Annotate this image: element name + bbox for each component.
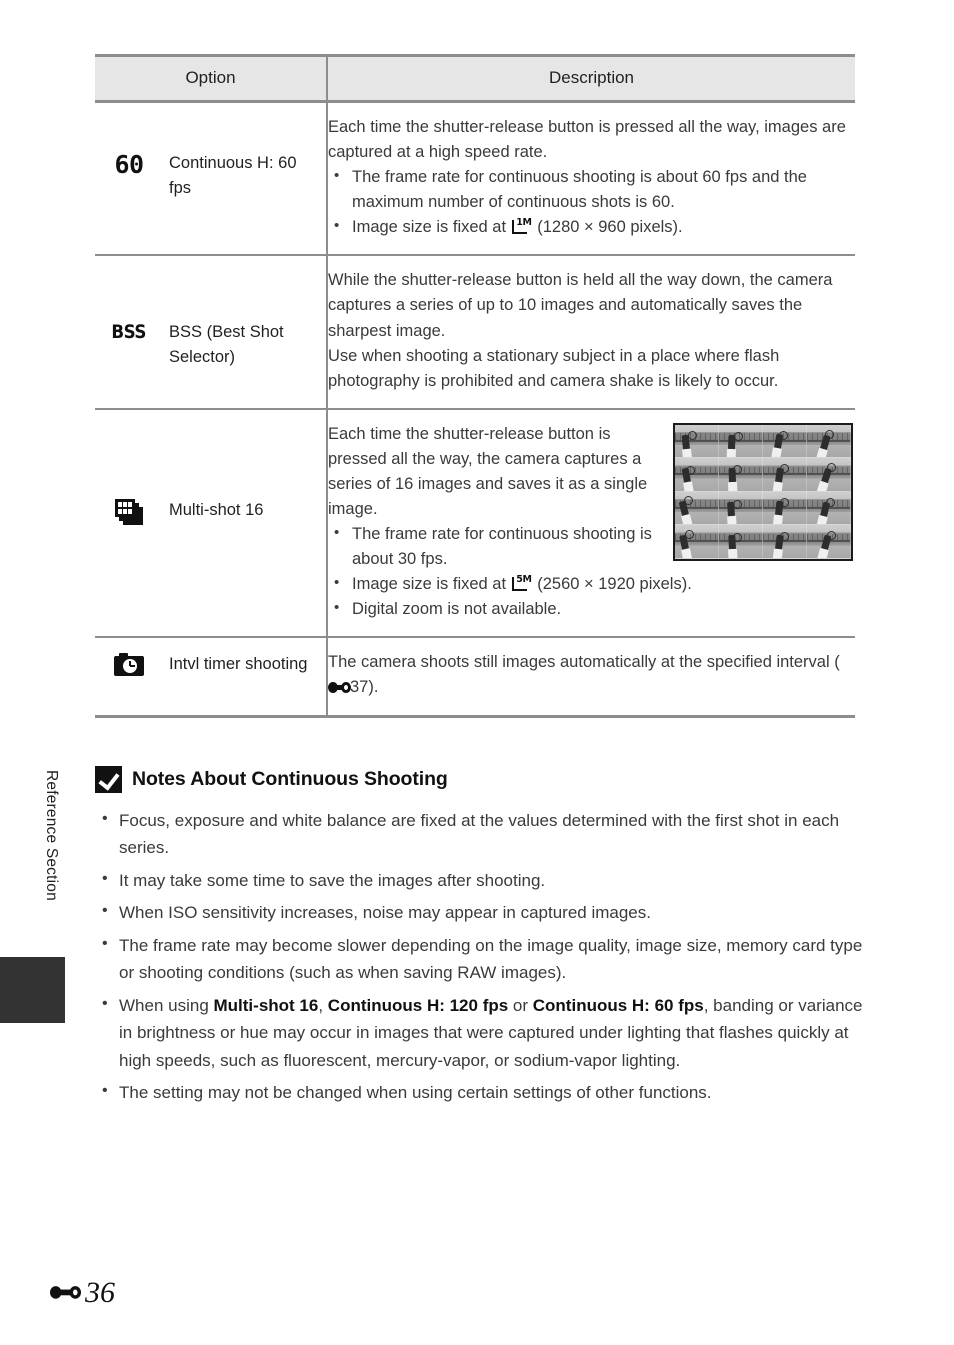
- image-size-1m-icon: 1M: [511, 218, 532, 235]
- bullet-text-after: (1280 × 960 pixels).: [532, 218, 683, 237]
- table-row: Multi-shot 16 Each time the shutter-rele…: [95, 408, 855, 639]
- notes-section: Notes About Continuous Shooting Focus, e…: [95, 765, 863, 1107]
- note-text: Focus, exposure and white balance are fi…: [119, 810, 840, 858]
- sample-frame: [807, 491, 851, 526]
- list-item: The setting may not be changed when usin…: [95, 1078, 863, 1107]
- option-cell-bss: BSS BSS (Best Shot Selector): [95, 255, 328, 410]
- bullet-text: The frame rate for continuous shooting i…: [352, 525, 652, 569]
- note-text: When ISO sensitivity increases, noise ma…: [119, 903, 651, 923]
- sample-frame: [763, 458, 807, 492]
- note-text: It may take some time to save the images…: [119, 870, 546, 890]
- continuous-options-table: Option Description 60 Continuous H: 60 f…: [95, 54, 855, 718]
- note-emphasis: Continuous H: 60 fps: [532, 995, 704, 1015]
- sample-frame: [675, 491, 719, 526]
- intro-text-after: ).: [368, 678, 379, 697]
- notes-heading: Notes About Continuous Shooting: [95, 765, 863, 793]
- list-item: It may take some time to save the images…: [95, 866, 863, 895]
- option-label: Continuous H: 60 fps: [169, 154, 297, 197]
- description-cell-intvl-timer: The camera shoots still images automatic…: [327, 637, 855, 718]
- description-intro-2: Use when shooting a stationary subject i…: [328, 346, 780, 390]
- option-label: Multi-shot 16: [169, 500, 264, 519]
- note-emphasis: Multi-shot 16: [213, 995, 319, 1015]
- running-head: Reference Section: [43, 770, 60, 901]
- list-item: Image size is fixed at 5M (2560 × 1920 p…: [328, 572, 855, 597]
- list-item: When using Multi-shot 16, Continuous H: …: [95, 991, 863, 1075]
- sample-frame: [675, 424, 719, 459]
- option-label: BSS (Best Shot Selector): [169, 323, 284, 367]
- table-row: BSS BSS (Best Shot Selector) While the s…: [95, 255, 855, 410]
- note-text: The frame rate may become slower dependi…: [119, 935, 863, 983]
- note-text: When using: [119, 995, 214, 1015]
- description-cell-bss: While the shutter-release button is held…: [327, 255, 855, 410]
- intro-ref-page: 37: [350, 678, 369, 697]
- option-label: Intvl timer shooting: [169, 655, 308, 674]
- option-cell-intvl-timer: Intvl timer shooting: [95, 637, 328, 718]
- sample-frame: [763, 424, 807, 459]
- description-intro: While the shutter-release button is held…: [328, 271, 833, 340]
- page-content: Option Description 60 Continuous H: 60 f…: [95, 0, 885, 1112]
- description-bullet-list: The frame rate for continuous shooting i…: [328, 165, 855, 240]
- sample-frame: [675, 458, 719, 492]
- description-intro: The camera shoots still images automatic…: [328, 650, 855, 700]
- 60-fps-icon-label: 60: [114, 150, 144, 179]
- sample-frame: [719, 491, 763, 526]
- section-tab-block: [0, 957, 65, 1023]
- image-size-5m-icon: 5M: [511, 575, 532, 592]
- side-rail: Reference Section: [0, 0, 95, 1345]
- list-item: The frame rate may become slower dependi…: [95, 931, 863, 987]
- bss-icon-label: BSS: [111, 321, 147, 344]
- 60-fps-icon: 60: [103, 151, 155, 181]
- list-item: The frame rate for continuous shooting i…: [328, 522, 855, 572]
- intro-text-before: The camera shoots still images automatic…: [328, 653, 840, 672]
- column-header-option: Option: [95, 54, 328, 103]
- description-cell-continuous-h-60: Each time the shutter-release button is …: [327, 101, 855, 257]
- multi-shot-icon: [103, 498, 155, 533]
- sample-frame: [719, 458, 763, 492]
- bullet-text: Image size is fixed at: [352, 218, 511, 237]
- note-text: or: [508, 995, 533, 1015]
- option-cell-multi-shot-16: Multi-shot 16: [95, 408, 328, 639]
- description-cell-multi-shot-16: Each time the shutter-release button is …: [327, 408, 855, 639]
- list-item: Focus, exposure and white balance are fi…: [95, 806, 863, 862]
- table-row: Intvl timer shooting The camera shoots s…: [95, 637, 855, 718]
- bullet-text: Image size is fixed at: [352, 575, 511, 594]
- table-header: Option Description: [95, 54, 855, 103]
- bullet-text: Digital zoom is not available.: [352, 600, 562, 619]
- column-header-description: Description: [327, 54, 855, 103]
- list-item: The frame rate for continuous shooting i…: [328, 165, 855, 215]
- description-bullet-list: The frame rate for continuous shooting i…: [328, 522, 855, 622]
- sample-frame: [719, 424, 763, 459]
- description-intro: Each time the shutter-release button is …: [328, 118, 846, 162]
- e-reference-icon: [328, 681, 351, 693]
- check-badge-icon: [95, 765, 122, 793]
- sample-frame: [807, 458, 851, 492]
- bullet-text: The frame rate for continuous shooting i…: [352, 168, 807, 212]
- list-item: Digital zoom is not available.: [328, 597, 855, 622]
- bullet-text-after: (2560 × 1920 pixels).: [532, 575, 692, 594]
- table-header-row: Option Description: [95, 54, 855, 103]
- e-reference-icon: [49, 1285, 82, 1301]
- page-number-value: 36: [85, 1276, 115, 1309]
- table-row: 60 Continuous H: 60 fps Each time the sh…: [95, 101, 855, 257]
- list-item: Image size is fixed at 1M (1280 × 960 pi…: [328, 215, 855, 240]
- footer-page-number: 36: [49, 1276, 115, 1310]
- sample-frame: [763, 491, 807, 526]
- bss-icon: BSS: [103, 320, 155, 346]
- note-text: ,: [318, 995, 328, 1015]
- list-item: When ISO sensitivity increases, noise ma…: [95, 898, 863, 927]
- option-cell-continuous-h-60: 60 Continuous H: 60 fps: [95, 101, 328, 257]
- intvl-timer-icon: [103, 652, 155, 684]
- table-body: 60 Continuous H: 60 fps Each time the sh…: [95, 101, 855, 718]
- note-text: The setting may not be changed when usin…: [119, 1083, 712, 1103]
- notes-title: Notes About Continuous Shooting: [132, 767, 448, 790]
- notes-list: Focus, exposure and white balance are fi…: [95, 806, 863, 1107]
- note-emphasis: Continuous H: 120 fps: [327, 995, 509, 1015]
- sample-frame: [807, 424, 851, 459]
